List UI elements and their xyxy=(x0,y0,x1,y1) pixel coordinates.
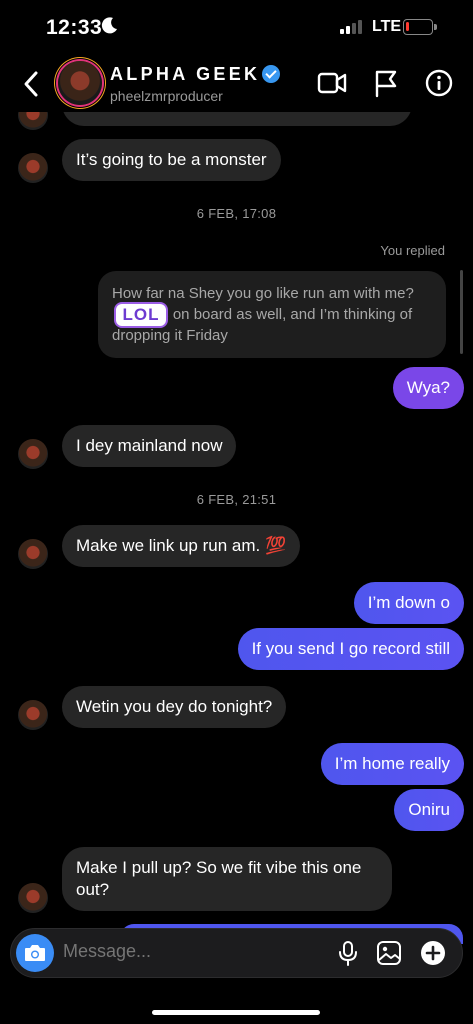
flag-icon[interactable] xyxy=(371,68,401,98)
outgoing-message[interactable]: I’m home really xyxy=(320,743,464,785)
signal-icon xyxy=(340,20,362,34)
camera-button[interactable] xyxy=(16,934,54,972)
timestamp: 6 FEB, 21:51 xyxy=(196,492,277,507)
incoming-message[interactable]: Make we link up run am. 💯 xyxy=(62,525,301,567)
message-line: out? xyxy=(76,880,110,899)
outgoing-message[interactable]: If you send I go record still xyxy=(237,628,464,670)
sender-avatar[interactable] xyxy=(18,112,48,130)
video-call-icon[interactable] xyxy=(317,68,347,98)
sender-avatar[interactable] xyxy=(18,883,48,913)
message-bubble-partial[interactable] xyxy=(62,112,412,126)
add-icon[interactable] xyxy=(419,939,447,967)
microphone-icon[interactable] xyxy=(334,939,362,967)
camera-icon xyxy=(25,945,45,961)
sender-avatar[interactable] xyxy=(18,153,48,183)
network-label: LTE xyxy=(372,18,402,35)
timestamp: 6 FEB, 17:08 xyxy=(196,206,277,221)
contact-username[interactable]: pheelzmrproducer xyxy=(110,88,223,104)
moon-icon xyxy=(101,17,117,34)
gallery-icon[interactable] xyxy=(375,939,403,967)
replied-label: You replied xyxy=(380,243,445,258)
home-indicator[interactable] xyxy=(152,1010,320,1015)
lol-sticker: LOL xyxy=(114,302,168,328)
outgoing-reply[interactable]: Wya? xyxy=(392,367,464,409)
contact-name[interactable]: ALPHA GEEK xyxy=(110,64,260,85)
outgoing-message[interactable]: Oniru xyxy=(394,789,464,831)
scrollbar[interactable] xyxy=(460,270,463,354)
message-thread[interactable]: It’s going to be a monster 6 FEB, 17:08 … xyxy=(0,112,473,924)
message-line: Make I pull up? So we fit vibe this one xyxy=(76,858,362,877)
incoming-message[interactable]: It’s going to be a monster xyxy=(62,139,281,181)
status-time: 12:33 xyxy=(46,16,103,39)
battery-level xyxy=(406,22,409,31)
outgoing-message[interactable]: I’m down o xyxy=(353,582,464,624)
status-bar: 12:33 LTE xyxy=(0,0,473,56)
chat-header: ALPHA GEEK pheelzmrproducer xyxy=(0,56,473,112)
battery-icon xyxy=(403,19,437,35)
incoming-message[interactable]: Make I pull up? So we fit vibe this one … xyxy=(62,847,392,911)
info-icon[interactable] xyxy=(424,68,454,98)
contact-avatar[interactable] xyxy=(58,61,102,105)
incoming-message[interactable]: Wetin you dey do tonight? xyxy=(62,686,287,728)
verified-badge-icon xyxy=(262,65,280,83)
sender-avatar[interactable] xyxy=(18,439,48,469)
message-input[interactable] xyxy=(63,941,323,962)
incoming-message[interactable]: I dey mainland now xyxy=(62,425,237,467)
back-arrow-icon[interactable] xyxy=(20,68,44,100)
sender-avatar[interactable] xyxy=(18,700,48,730)
sender-avatar[interactable] xyxy=(18,539,48,569)
message-composer xyxy=(10,928,463,978)
